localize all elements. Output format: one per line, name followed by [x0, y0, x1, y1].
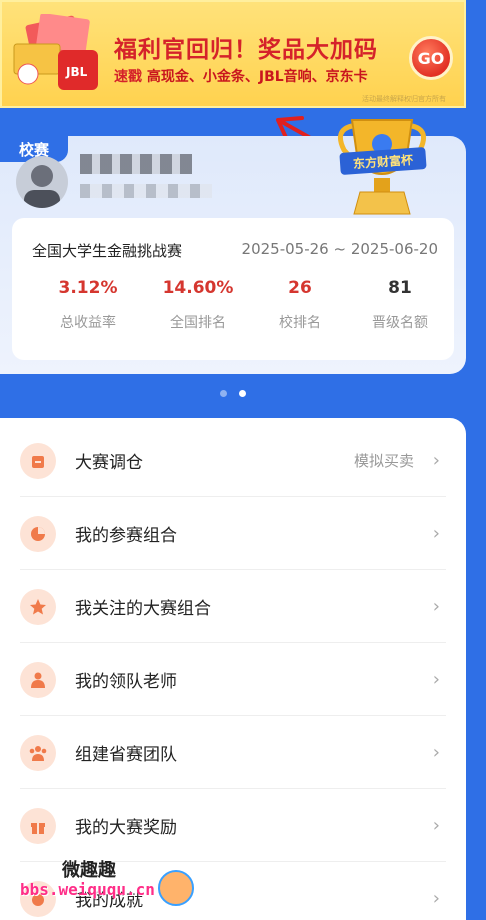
- stat-value: 26: [288, 278, 312, 298]
- carousel-dot[interactable]: [220, 390, 227, 397]
- menu-item-label: 大赛调仓: [75, 453, 143, 473]
- menu-item-followed-portfolios[interactable]: 我关注的大赛组合 ›: [0, 570, 466, 643]
- site-watermark: 微趣趣 bbs.weiququ.cn: [20, 856, 200, 912]
- chevron-right-icon: ›: [432, 523, 440, 544]
- promo-banner[interactable]: JBL 福利官回归！奖品大加码 速戳 高现金、小金条、JBL音响、京东卡 GO …: [0, 0, 466, 108]
- carousel-dot-active[interactable]: [239, 390, 246, 397]
- carousel-indicator[interactable]: [220, 390, 246, 397]
- go-button[interactable]: GO: [409, 36, 453, 80]
- stat-value: 14.60%: [162, 278, 234, 298]
- team-icon: [20, 734, 56, 771]
- contest-summary[interactable]: 全国大学生金融挑战赛 2025-05-26 ~ 2025-06-20 3.12%…: [12, 218, 454, 360]
- stat-label: 全国排名: [170, 315, 226, 331]
- contest-dates: 2025-05-26 ~ 2025-06-20: [241, 240, 438, 258]
- stat-promotion-quota: 81 晋级名额: [350, 278, 450, 332]
- banner-subtitle: 速戳 高现金、小金条、JBL音响、京东卡: [114, 66, 368, 86]
- star-icon: [20, 588, 56, 625]
- watermark-mascot-icon: [158, 870, 194, 906]
- menu-item-label: 组建省赛团队: [75, 745, 177, 765]
- prize-illustration-icon: JBL: [13, 14, 98, 90]
- chevron-right-icon: ›: [432, 742, 440, 763]
- svg-text:JBL: JBL: [65, 65, 88, 79]
- menu-item-label: 我的参赛组合: [75, 526, 177, 546]
- teacher-icon: [20, 661, 56, 698]
- menu-item-rewards[interactable]: 我的大赛奖励 ›: [0, 789, 466, 862]
- watermark-url: bbs.weiququ.cn: [20, 880, 155, 899]
- contest-menu: 大赛调仓 模拟买卖 › 我的参赛组合 › 我关注的大赛组合 › 我的领队老师 ›…: [0, 418, 466, 920]
- menu-item-build-team[interactable]: 组建省赛团队 ›: [0, 716, 466, 789]
- menu-item-label: 我的大赛奖励: [75, 818, 177, 838]
- stat-value: 81: [388, 278, 412, 298]
- banner-title: 福利官回归！奖品大加码: [114, 37, 378, 63]
- menu-item-team-teacher[interactable]: 我的领队老师 ›: [0, 643, 466, 716]
- blurred-username: [80, 154, 192, 174]
- contest-card[interactable]: 校赛 东方财富杯 全国大学生金融挑战赛 2025-05-26 ~ 2025-06…: [0, 119, 466, 374]
- stat-label: 总收益率: [60, 315, 116, 331]
- watermark-text: 微趣趣: [62, 860, 116, 881]
- banner-prizes: 高现金、小金条、JBL音响、京东卡: [146, 69, 368, 85]
- chevron-right-icon: ›: [432, 815, 440, 836]
- blurred-school: [80, 184, 212, 198]
- menu-item-extra: 模拟买卖: [353, 452, 414, 470]
- stat-total-return: 3.12% 总收益率: [38, 278, 138, 332]
- menu-item-my-portfolios[interactable]: 我的参赛组合 ›: [0, 497, 466, 570]
- menu-item-label: 我关注的大赛组合: [75, 599, 211, 619]
- banner-fine-print: 活动最终解释权归官方所有: [362, 95, 446, 103]
- stat-school-rank: 26 校排名: [250, 278, 350, 332]
- stat-label: 校排名: [279, 315, 321, 331]
- stat-label: 晋级名额: [372, 315, 428, 331]
- briefcase-icon: [20, 442, 56, 479]
- menu-item-rebalance[interactable]: 大赛调仓 模拟买卖 ›: [0, 424, 466, 497]
- avatar: [16, 156, 68, 208]
- stat-national-rank: 14.60% 全国排名: [148, 278, 248, 332]
- chevron-right-icon: ›: [432, 888, 440, 909]
- stat-value: 3.12%: [58, 278, 118, 298]
- gift-icon: [20, 807, 56, 844]
- menu-item-label: 我的领队老师: [75, 672, 177, 692]
- chevron-right-icon: ›: [432, 450, 440, 471]
- user-avatar-icon: [24, 165, 60, 208]
- chevron-right-icon: ›: [432, 596, 440, 617]
- contest-name: 全国大学生金融挑战赛: [32, 242, 183, 260]
- banner-sub-prefix: 速戳: [114, 69, 147, 85]
- pie-chart-icon: [20, 515, 56, 552]
- chevron-right-icon: ›: [432, 669, 440, 690]
